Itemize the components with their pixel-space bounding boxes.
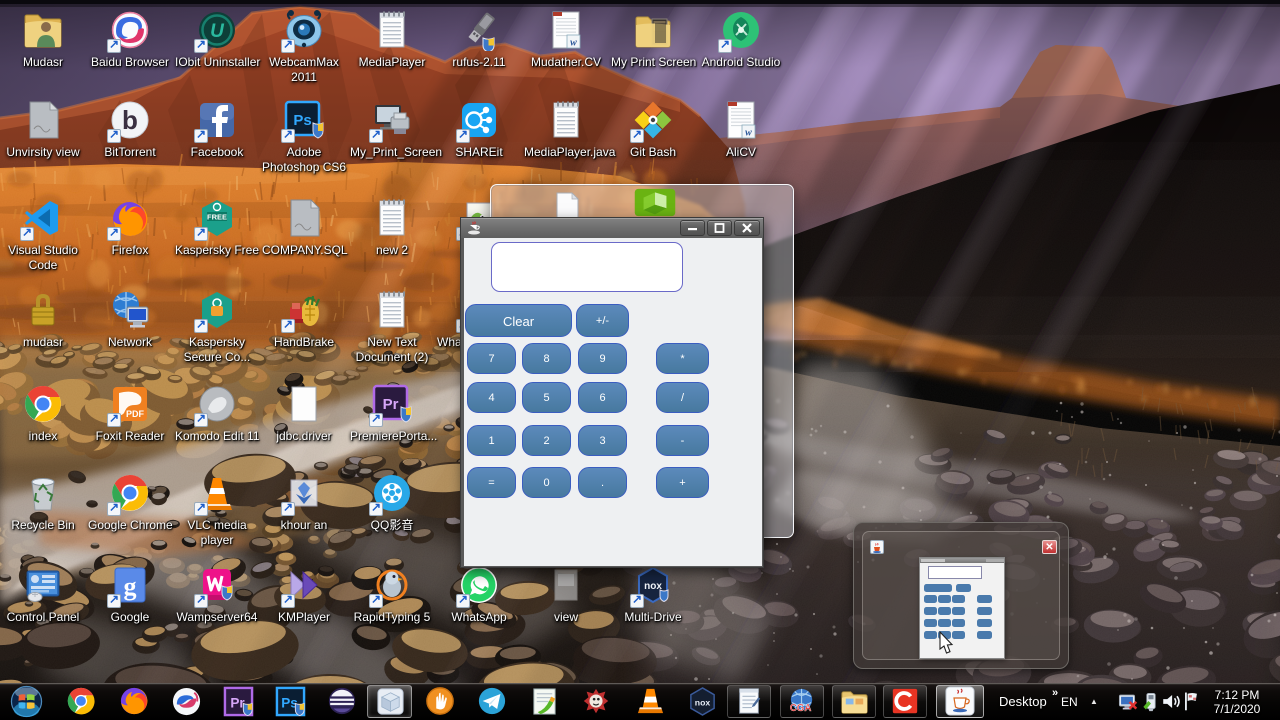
svg-text:Ps: Ps xyxy=(293,112,311,129)
svg-text:nox: nox xyxy=(695,697,711,707)
svg-text:Pr: Pr xyxy=(383,396,399,413)
svg-text:g: g xyxy=(124,572,137,601)
svg-text:w: w xyxy=(745,128,752,139)
svg-text:FREE: FREE xyxy=(207,213,227,222)
svg-text:CGA: CGA xyxy=(790,703,812,714)
svg-text:U: U xyxy=(210,21,225,42)
svg-text:b: b xyxy=(122,105,138,135)
svg-text:w: w xyxy=(570,38,577,49)
svg-text:PDF: PDF xyxy=(126,409,145,419)
